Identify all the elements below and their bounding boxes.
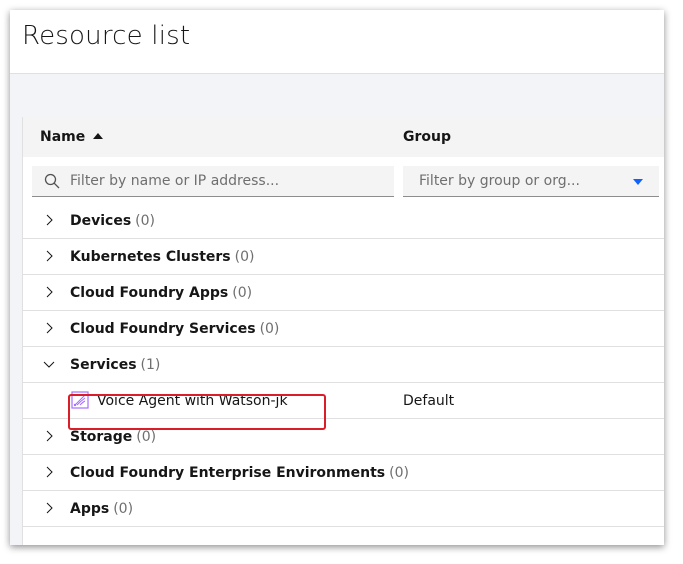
- title-bar: Resource list: [10, 10, 664, 74]
- search-input[interactable]: [70, 166, 388, 196]
- category-count: (1): [140, 357, 161, 373]
- voice-agent-icon: [71, 391, 89, 409]
- category-row-kubernetes-clusters[interactable]: Kubernetes Clusters (0): [23, 239, 664, 275]
- category-row-devices[interactable]: Devices (0): [23, 203, 664, 239]
- chevron-right-icon[interactable]: [43, 466, 55, 478]
- chevron-right-icon[interactable]: [43, 430, 55, 442]
- category-name: Apps: [70, 501, 110, 517]
- category-count: (0): [259, 321, 280, 337]
- category-name: Cloud Foundry Apps: [70, 285, 229, 301]
- chevron-right-icon[interactable]: [43, 214, 55, 226]
- category-row-cloud-foundry-services[interactable]: Cloud Foundry Services (0): [23, 311, 664, 347]
- chevron-right-icon[interactable]: [43, 502, 55, 514]
- category-count: (0): [136, 429, 157, 445]
- chevron-right-icon[interactable]: [43, 250, 55, 262]
- table-header: Name Group: [23, 117, 664, 158]
- category-row-cloud-foundry-apps[interactable]: Cloud Foundry Apps (0): [23, 275, 664, 311]
- column-header-name-label: Name: [40, 129, 86, 145]
- category-count: (0): [135, 213, 156, 229]
- category-name: Cloud Foundry Services: [70, 321, 256, 337]
- category-name: Devices: [70, 213, 132, 229]
- category-row-apps[interactable]: Apps (0): [23, 491, 664, 527]
- group-filter-select[interactable]: Filter by group or org...: [403, 166, 659, 197]
- column-header-name[interactable]: Name: [40, 129, 104, 145]
- category-list: Devices (0) Kubernetes Clusters (0) Cloud …: [23, 203, 664, 527]
- resource-group: Default: [403, 393, 455, 409]
- category-count: (0): [234, 249, 255, 265]
- resource-row-voice-agent[interactable]: Voice Agent with Watson-jk Default: [23, 383, 664, 419]
- group-filter-placeholder: Filter by group or org...: [419, 173, 580, 189]
- window: Resource list Name Group Filter by group…: [10, 10, 664, 545]
- chevron-down-icon[interactable]: [43, 358, 55, 370]
- category-row-cloud-foundry-enterprise-environments[interactable]: Cloud Foundry Enterprise Environments (0): [23, 455, 664, 491]
- chevron-right-icon[interactable]: [43, 322, 55, 334]
- category-count: (0): [232, 285, 253, 301]
- category-count: (0): [389, 465, 409, 481]
- category-row-services[interactable]: Services (1): [23, 347, 664, 383]
- category-name: Services: [70, 357, 137, 373]
- search-field[interactable]: [32, 166, 394, 197]
- category-name: Cloud Foundry Enterprise Environments: [70, 465, 386, 481]
- resource-table: Name Group Filter by group or org... Dev…: [22, 117, 664, 545]
- page-title: Resource list: [22, 21, 191, 51]
- category-row-storage[interactable]: Storage (0): [23, 419, 664, 455]
- resource-name-link[interactable]: Voice Agent with Watson-jk: [97, 393, 288, 409]
- column-header-group[interactable]: Group: [403, 129, 451, 145]
- caret-down-icon: [633, 179, 643, 185]
- chevron-right-icon[interactable]: [43, 286, 55, 298]
- category-name: Storage: [70, 429, 133, 445]
- category-name: Kubernetes Clusters: [70, 249, 231, 265]
- sort-ascending-icon: [93, 133, 104, 139]
- category-count: (0): [113, 501, 134, 517]
- search-icon: [44, 173, 60, 189]
- filter-row: Filter by group or org...: [23, 157, 664, 204]
